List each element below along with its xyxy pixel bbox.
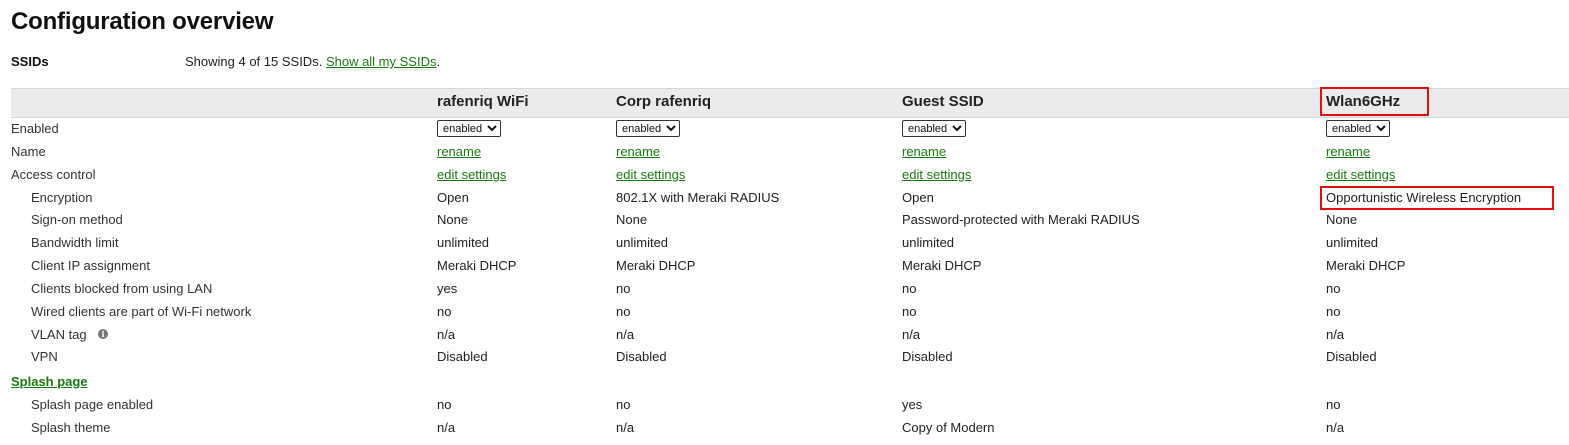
sign-on-value-4: None xyxy=(1326,212,1358,227)
wired-clients-value-3: no xyxy=(902,304,917,319)
rename-link-4[interactable]: rename xyxy=(1326,144,1370,159)
rename-link-1[interactable]: rename xyxy=(437,144,481,159)
splash-enabled-value-2: no xyxy=(616,397,631,412)
bandwidth-value-3: unlimited xyxy=(902,235,955,250)
bandwidth-value-4: unlimited xyxy=(1326,235,1379,250)
splash-theme-value-3: Copy of Modern xyxy=(902,420,995,435)
row-label-clients-blocked: Clients blocked from using LAN xyxy=(31,281,213,296)
access-control-link-2[interactable]: edit settings xyxy=(616,167,685,182)
clients-blocked-value-2: no xyxy=(616,281,631,296)
enabled-select-2[interactable]: enabled xyxy=(616,120,680,137)
ssid-column-header-3: Guest SSID xyxy=(902,93,984,110)
vlan-tag-value-1: n/a xyxy=(437,327,456,342)
vlan-tag-value-4: n/a xyxy=(1326,327,1345,342)
sign-on-value-2: None xyxy=(616,212,648,227)
access-control-link-3[interactable]: edit settings xyxy=(902,167,971,182)
vlan-tag-value-3: n/a xyxy=(902,327,921,342)
vpn-value-2: Disabled xyxy=(616,349,667,364)
row-label-splash-theme: Splash theme xyxy=(31,420,111,435)
splash-page-link[interactable]: Splash page xyxy=(11,374,88,389)
splash-enabled-value-4: no xyxy=(1326,397,1341,412)
ssids-showing-text: Showing 4 of 15 SSIDs. Show all my SSIDs… xyxy=(185,54,440,69)
client-ip-value-2: Meraki DHCP xyxy=(616,258,696,273)
highlight-box-encryption xyxy=(1320,186,1554,210)
client-ip-value-1: Meraki DHCP xyxy=(437,258,517,273)
row-label-encryption: Encryption xyxy=(31,190,93,205)
wired-clients-value-1: no xyxy=(437,304,452,319)
vpn-value-1: Disabled xyxy=(437,349,488,364)
bandwidth-value-2: unlimited xyxy=(616,235,669,250)
vpn-value-4: Disabled xyxy=(1326,349,1377,364)
client-ip-value-4: Meraki DHCP xyxy=(1326,258,1406,273)
encryption-value-3: Open xyxy=(902,190,934,205)
row-label-wired-clients: Wired clients are part of Wi-Fi network xyxy=(31,304,252,319)
splash-theme-value-1: n/a xyxy=(437,420,456,435)
rename-link-2[interactable]: rename xyxy=(616,144,660,159)
highlight-box-ssid-header xyxy=(1320,87,1429,116)
rename-link-3[interactable]: rename xyxy=(902,144,946,159)
vpn-value-3: Disabled xyxy=(902,349,953,364)
page-title: Configuration overview xyxy=(11,8,274,35)
info-icon[interactable]: i xyxy=(98,329,108,339)
sign-on-value-3: Password-protected with Meraki RADIUS xyxy=(902,212,1140,227)
clients-blocked-value-1: yes xyxy=(437,281,458,296)
splash-theme-value-4: n/a xyxy=(1326,420,1345,435)
show-all-ssids-link[interactable]: Show all my SSIDs xyxy=(326,54,437,69)
clients-blocked-value-3: no xyxy=(902,281,917,296)
splash-enabled-value-3: yes xyxy=(902,397,923,412)
vlan-tag-value-2: n/a xyxy=(616,327,635,342)
row-label-bandwidth: Bandwidth limit xyxy=(31,235,119,250)
ssid-column-header-1: rafenriq WiFi xyxy=(437,93,529,110)
splash-theme-value-2: n/a xyxy=(616,420,635,435)
enabled-select-4[interactable]: enabled xyxy=(1326,120,1390,137)
access-control-link-1[interactable]: edit settings xyxy=(437,167,506,182)
bandwidth-value-1: unlimited xyxy=(437,235,490,250)
showing-count-text: Showing 4 of 15 SSIDs. xyxy=(185,54,323,69)
showing-suffix: . xyxy=(436,54,441,69)
row-label-vpn: VPN xyxy=(31,349,58,364)
enabled-select-3[interactable]: enabled xyxy=(902,120,966,137)
encryption-value-2: 802.1X with Meraki RADIUS xyxy=(616,190,780,205)
row-label-name: Name xyxy=(11,144,46,159)
access-control-link-4[interactable]: edit settings xyxy=(1326,167,1395,182)
client-ip-value-3: Meraki DHCP xyxy=(902,258,982,273)
wired-clients-value-2: no xyxy=(616,304,631,319)
row-label-client-ip: Client IP assignment xyxy=(31,258,150,273)
splash-enabled-value-1: no xyxy=(437,397,452,412)
sign-on-value-1: None xyxy=(437,212,469,227)
encryption-value-1: Open xyxy=(437,190,469,205)
row-label-access-control: Access control xyxy=(11,167,96,182)
row-label-sign-on: Sign-on method xyxy=(31,212,123,227)
row-label-splash-enabled: Splash page enabled xyxy=(31,397,154,412)
row-label-enabled: Enabled xyxy=(11,121,59,136)
ssids-section-label: SSIDs xyxy=(11,54,49,69)
enabled-select-1[interactable]: enabled xyxy=(437,120,501,137)
row-label-vlan-tag: VLAN tag xyxy=(31,327,87,342)
wired-clients-value-4: no xyxy=(1326,304,1341,319)
clients-blocked-value-4: no xyxy=(1326,281,1341,296)
ssid-column-header-2: Corp rafenriq xyxy=(616,93,712,110)
